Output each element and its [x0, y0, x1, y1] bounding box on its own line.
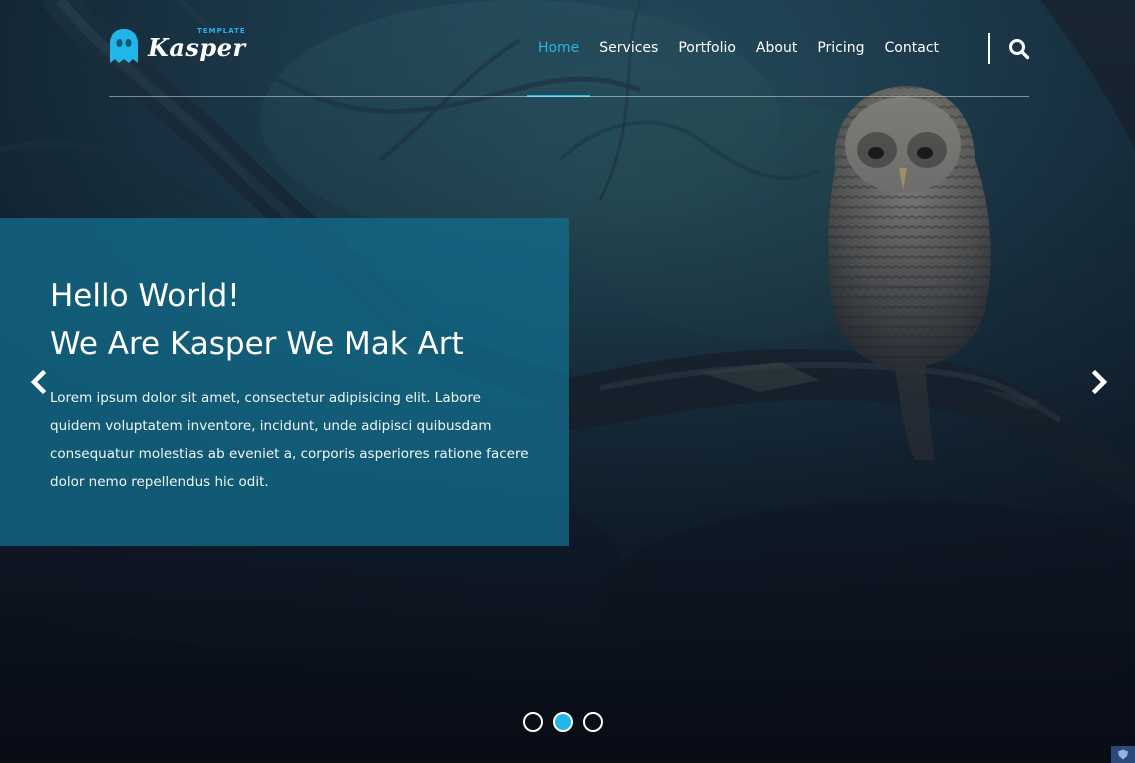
hero-caption: Hello World! We Are Kasper We Mak Art Lo… — [0, 218, 569, 546]
corner-widget[interactable] — [1111, 746, 1135, 763]
nav-item-portfolio[interactable]: Portfolio — [668, 36, 746, 60]
slider-dot-3[interactable] — [583, 712, 603, 732]
hero-title-line-2: We Are Kasper We Mak Art — [50, 326, 464, 362]
nav-item-pricing[interactable]: Pricing — [807, 36, 874, 60]
ghost-logo-icon — [110, 29, 138, 63]
nav-divider — [988, 33, 990, 64]
main-nav: Home Services Portfolio About Pricing Co… — [526, 36, 949, 97]
hero-description: Lorem ipsum dolor sit amet, consectetur … — [50, 390, 529, 490]
chevron-right-icon — [1091, 369, 1108, 395]
chevron-left-icon — [30, 369, 47, 395]
shield-icon — [1118, 749, 1128, 760]
nav-item-contact[interactable]: Contact — [875, 36, 949, 60]
nav-item-about[interactable]: About — [746, 36, 807, 60]
search-icon — [1009, 39, 1030, 60]
nav-item-home[interactable]: Home — [526, 36, 591, 97]
slider-dot-2[interactable] — [553, 712, 573, 732]
site-header: TEMPLATE Kasper Home Services Portfolio … — [0, 0, 1135, 97]
search-button[interactable] — [1007, 37, 1031, 61]
slider-prev-button[interactable] — [27, 369, 51, 395]
nav-item-services[interactable]: Services — [589, 36, 668, 60]
header-divider — [109, 96, 1029, 97]
logo[interactable]: TEMPLATE Kasper — [108, 24, 246, 68]
slider-dot-1[interactable] — [523, 712, 543, 732]
hero-title: Hello World! We Are Kasper We Mak Art — [50, 272, 464, 368]
slider-next-button[interactable] — [1087, 369, 1111, 395]
slider-indicators — [523, 712, 603, 732]
logo-wordmark: Kasper — [148, 33, 246, 62]
logo-tagline: TEMPLATE — [197, 27, 246, 35]
hero-title-line-1: Hello World! — [50, 278, 240, 314]
logo-text: TEMPLATE Kasper — [148, 27, 246, 62]
